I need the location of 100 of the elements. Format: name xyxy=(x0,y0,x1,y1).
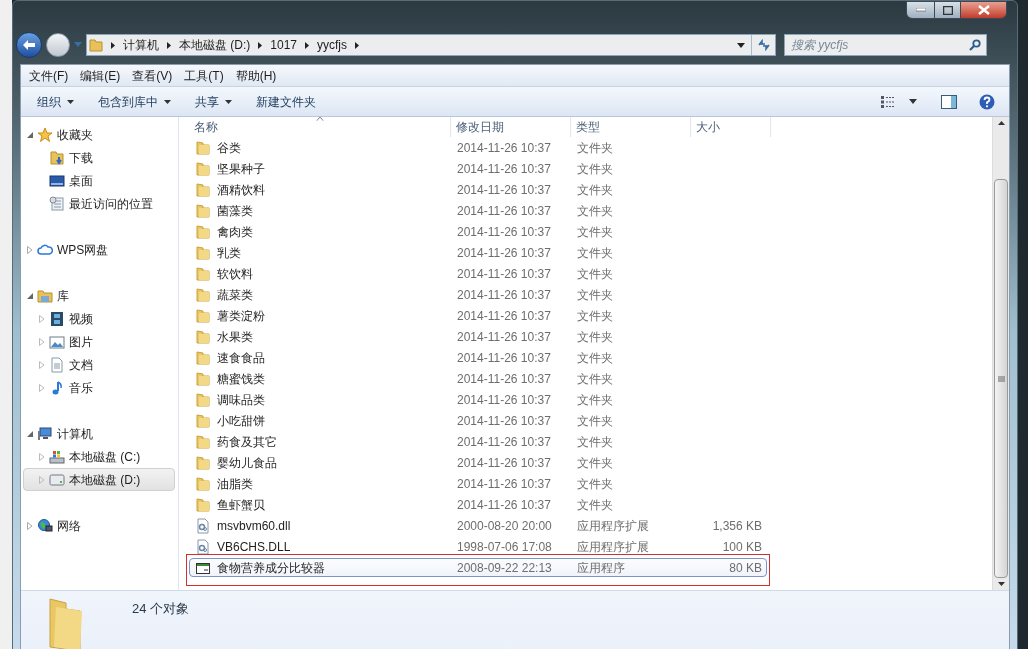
caret-icon xyxy=(67,99,74,104)
close-icon xyxy=(977,5,990,15)
file-name[interactable]: 谷类 xyxy=(217,138,241,157)
toolbar-button[interactable]: 共享 xyxy=(187,90,240,113)
file-type: 文件夹 xyxy=(577,161,613,176)
scroll-down-arrow-icon[interactable] xyxy=(997,582,1005,586)
chevron-icon[interactable] xyxy=(167,41,171,49)
column-header[interactable]: 修改日期 xyxy=(451,117,571,137)
file-type: 应用程序扩展 xyxy=(577,539,649,554)
dropdown-icon[interactable] xyxy=(737,42,745,48)
file-date: 1998-07-06 17:08 xyxy=(457,539,552,554)
file-type: 文件夹 xyxy=(577,203,613,218)
toolbar-button[interactable]: 组织 xyxy=(29,90,82,113)
chevron-icon[interactable] xyxy=(111,41,115,49)
scrollbar-thumb[interactable] xyxy=(994,179,1008,578)
file-name[interactable]: 酒精饮料 xyxy=(217,180,265,199)
file-name[interactable]: 食物营养成分比较器 xyxy=(217,558,325,577)
sidebar-item[interactable]: 最近访问的位置 xyxy=(69,194,153,213)
toolbar-button[interactable]: 包含到库中 xyxy=(90,90,179,113)
file-date: 2014-11-26 10:37 xyxy=(457,434,551,449)
file-name[interactable]: 药食及其它 xyxy=(217,432,277,451)
address-bar[interactable]: 计算机 本地磁盘 (D:) 1017 yycfjs xyxy=(86,34,776,56)
file-date: 2014-11-26 10:37 xyxy=(457,224,551,239)
maximize-button[interactable] xyxy=(934,2,960,18)
folder-icon xyxy=(195,475,211,492)
folder-icon xyxy=(195,139,211,156)
sidebar-item[interactable]: 图片 xyxy=(69,332,93,351)
file-type: 文件夹 xyxy=(577,476,613,491)
file-date: 2014-11-26 10:37 xyxy=(457,497,551,512)
sidebar-item[interactable]: 本地磁盘 (C:) xyxy=(69,447,141,466)
expanded-arrow-icon[interactable] xyxy=(27,292,33,299)
settings-file-icon xyxy=(195,538,211,555)
file-name[interactable]: 小吃甜饼 xyxy=(217,411,265,430)
search-field[interactable]: 搜索 yycfjs xyxy=(784,34,987,56)
selected-row[interactable]: 食物营养成分比较器 2008-09-22 22:13 应用程序 80 KB xyxy=(189,558,767,577)
back-button[interactable] xyxy=(16,32,42,58)
file-date: 2014-11-26 10:37 xyxy=(457,140,551,155)
file-name[interactable]: 乳类 xyxy=(217,243,241,262)
menu-item[interactable]: 查看(V) xyxy=(127,66,178,85)
menu-item[interactable]: 帮助(H) xyxy=(230,66,282,85)
menu-item[interactable]: 编辑(E) xyxy=(75,66,126,85)
menu-item[interactable]: 工具(T) xyxy=(179,66,229,85)
file-name[interactable]: 鱼虾蟹贝 xyxy=(217,495,265,514)
breadcrumb-link[interactable]: 计算机 xyxy=(123,36,159,54)
file-name[interactable]: 油脂类 xyxy=(217,474,253,493)
download-folder-icon xyxy=(49,149,65,166)
file-name[interactable]: VB6CHS.DLL xyxy=(217,537,291,556)
expanded-arrow-icon[interactable] xyxy=(27,131,33,138)
file-name[interactable]: 婴幼儿食品 xyxy=(217,453,277,472)
file-type: 应用程序 xyxy=(577,560,625,575)
dropdown-icon[interactable] xyxy=(909,99,917,104)
chevron-icon[interactable] xyxy=(355,41,360,49)
column-header[interactable]: 类型 xyxy=(571,117,691,137)
sidebar-item[interactable]: 文档 xyxy=(69,355,93,374)
sidebar-item[interactable]: 本地磁盘 (D:) xyxy=(23,468,175,491)
breadcrumb-link[interactable]: yycfjs xyxy=(317,36,348,54)
view-options-icon[interactable] xyxy=(881,95,895,108)
expanded-arrow-icon[interactable] xyxy=(27,430,33,437)
search-icon[interactable] xyxy=(969,39,981,51)
file-name[interactable]: msvbvm60.dll xyxy=(217,516,291,535)
sidebar-item[interactable]: 收藏夹 xyxy=(57,125,93,144)
sidebar-item[interactable]: 下载 xyxy=(69,148,93,167)
sidebar-item[interactable]: 桌面 xyxy=(69,171,93,190)
sidebar-item[interactable]: 计算机 xyxy=(57,424,93,443)
refresh-icon xyxy=(756,39,771,51)
file-name[interactable]: 薯类淀粉 xyxy=(217,306,265,325)
file-name[interactable]: 调味品类 xyxy=(217,390,265,409)
file-name[interactable]: 禽肉类 xyxy=(217,222,253,241)
file-name[interactable]: 速食食品 xyxy=(217,348,265,367)
file-type: 文件夹 xyxy=(577,224,613,239)
file-name[interactable]: 蔬菜类 xyxy=(217,285,253,304)
close-button[interactable] xyxy=(960,2,1006,18)
sidebar-item[interactable]: WPS网盘 xyxy=(57,240,109,259)
film-icon xyxy=(49,310,65,327)
sidebar-item[interactable]: 网络 xyxy=(57,516,81,535)
toolbar-button[interactable]: 新建文件夹 xyxy=(248,90,324,113)
library-folder-icon xyxy=(37,287,53,304)
sidebar-item[interactable]: 音乐 xyxy=(69,378,93,397)
document-icon xyxy=(49,356,65,373)
breadcrumb-link[interactable]: 1017 xyxy=(270,36,298,54)
file-name[interactable]: 水果类 xyxy=(217,327,253,346)
forward-button[interactable] xyxy=(46,33,70,57)
file-name[interactable]: 菌藻类 xyxy=(217,201,253,220)
menu-item[interactable]: 文件(F) xyxy=(24,66,74,85)
sidebar-item[interactable]: 视频 xyxy=(69,309,93,328)
column-header[interactable]: 名称 xyxy=(189,117,451,137)
sidebar-item[interactable]: 库 xyxy=(57,286,69,305)
file-size: 1,356 KB xyxy=(712,518,762,533)
preview-pane-icon[interactable] xyxy=(941,94,957,109)
chevron-icon[interactable] xyxy=(305,41,310,49)
vertical-scrollbar[interactable] xyxy=(992,117,1009,590)
file-name[interactable]: 软饮料 xyxy=(217,264,253,283)
breadcrumb-link[interactable]: 本地磁盘 (D:) xyxy=(179,36,251,54)
file-date: 2014-11-26 10:37 xyxy=(457,476,551,491)
file-name[interactable]: 糖蜜饯类 xyxy=(217,369,265,388)
chevron-icon[interactable] xyxy=(258,41,263,49)
scroll-up-arrow-icon[interactable] xyxy=(997,121,1005,125)
help-icon[interactable] xyxy=(979,93,995,110)
column-header[interactable]: 大小 xyxy=(691,117,771,137)
file-name[interactable]: 坚果种子 xyxy=(217,159,265,178)
